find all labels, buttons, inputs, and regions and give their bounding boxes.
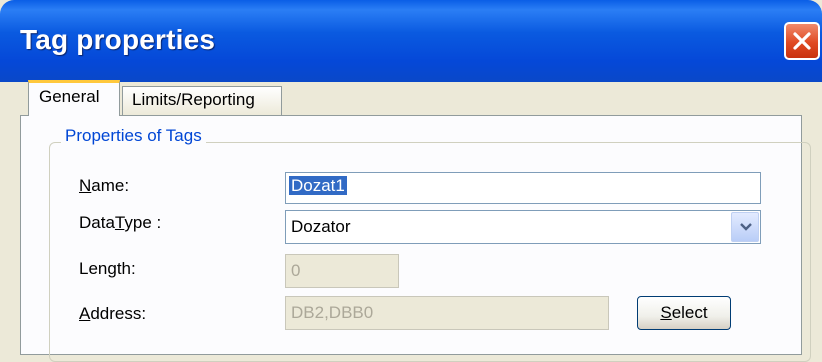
tab-general-label: General <box>39 87 100 106</box>
dialog-body: General Limits/Reporting Properties of T… <box>0 80 822 362</box>
select-button[interactable]: Select <box>637 296 731 330</box>
name-value: Dozat1 <box>289 176 347 195</box>
group-legend: Properties of Tags <box>61 126 206 146</box>
name-input[interactable]: Dozat1 <box>285 172 761 204</box>
address-value: DB2,DBB0 <box>291 303 374 322</box>
window-title: Tag properties <box>20 24 216 55</box>
close-icon <box>793 32 811 50</box>
length-input[interactable]: 0 <box>285 254 399 288</box>
address-label: Address: <box>79 304 147 323</box>
datatype-dropdown-button[interactable] <box>731 212 759 242</box>
chevron-down-icon <box>740 223 752 231</box>
datatype-label: DataType : <box>79 213 162 232</box>
datatype-value: Dozator <box>291 217 351 236</box>
tab-general[interactable]: General <box>28 80 120 116</box>
close-button[interactable] <box>784 22 820 60</box>
tab-limits-reporting[interactable]: Limits/Reporting <box>122 86 282 116</box>
select-button-label: Select <box>660 303 708 322</box>
length-label: Length: <box>79 259 136 278</box>
tab-panel: Properties of Tags Name: Dozat1 DataType… <box>20 115 811 362</box>
tab-limits-reporting-label: Limits/Reporting <box>132 90 255 109</box>
datatype-select[interactable]: Dozator <box>285 210 761 244</box>
length-value: 0 <box>291 261 301 280</box>
name-label: Name: <box>79 176 130 195</box>
title-bar[interactable]: Tag properties <box>0 0 822 82</box>
address-input[interactable]: DB2,DBB0 <box>285 296 609 330</box>
